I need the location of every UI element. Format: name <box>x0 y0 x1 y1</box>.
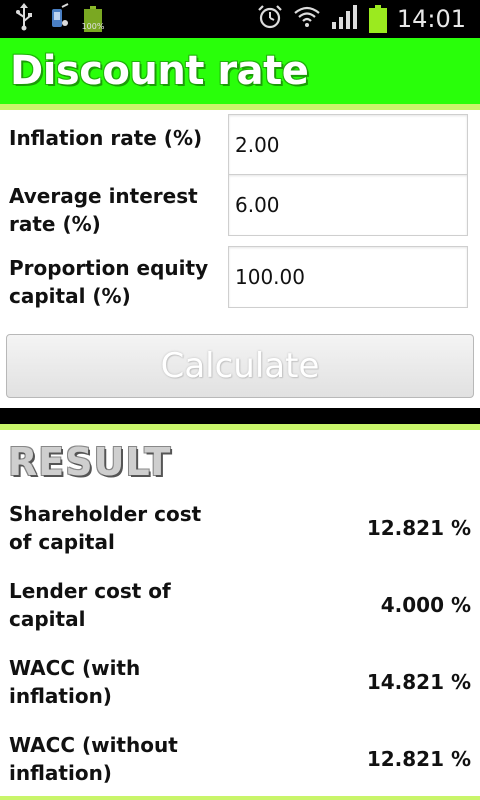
average-interest-label-line2: rate (%) <box>9 212 101 236</box>
app-header: Discount rate <box>0 38 480 104</box>
inflation-rate-label: Inflation rate (%) <box>9 124 202 152</box>
calculate-button-label: Calculate <box>160 346 320 386</box>
inflation-rate-input[interactable]: 2.00 <box>228 114 468 176</box>
inflation-rate-value: 2.00 <box>235 133 280 157</box>
wacc-with-inflation-label-line1: WACC (with <box>9 656 141 680</box>
lender-cost-label-line1: Lender cost of <box>9 579 171 603</box>
usb-icon <box>14 3 34 35</box>
shareholder-cost-label: Shareholder cost of capital <box>9 500 239 556</box>
battery-percent-text: 100% <box>81 22 105 31</box>
inflation-rate-label-text: Inflation rate (%) <box>9 126 203 150</box>
status-bar-right: 14:01 <box>257 0 466 38</box>
battery-icon <box>368 5 387 33</box>
result-row-wacc-without: WACC (without inflation) 12.821 % <box>0 731 480 791</box>
form-row-interest: Average interest rate (%) 6.00 <box>0 174 480 238</box>
shareholder-cost-value: 12.821 % <box>366 516 471 540</box>
wacc-without-inflation-label-line2: inflation) <box>9 761 112 785</box>
result-divider-green <box>0 424 480 430</box>
proportion-equity-label-line1: Proportion equity <box>9 256 209 280</box>
proportion-equity-input[interactable]: 100.00 <box>228 246 468 308</box>
signal-icon <box>331 4 359 34</box>
form-row-inflation: Inflation rate (%) 2.00 <box>0 112 480 176</box>
lender-cost-value: 4.000 % <box>380 593 471 617</box>
wacc-with-inflation-value: 14.821 % <box>366 670 471 694</box>
wifi-icon <box>293 4 321 34</box>
result-heading: RESULT <box>8 440 172 484</box>
wacc-with-inflation-label: WACC (with inflation) <box>9 654 239 710</box>
antivirus-icon <box>48 3 70 35</box>
proportion-equity-value: 100.00 <box>235 265 305 289</box>
calculate-button[interactable]: Calculate <box>6 334 474 398</box>
result-row-shareholder: Shareholder cost of capital 12.821 % <box>0 500 480 560</box>
page-title: Discount rate <box>10 48 309 94</box>
header-divider <box>0 104 480 110</box>
result-divider-dark <box>0 408 480 424</box>
lender-cost-label: Lender cost of capital <box>9 577 239 633</box>
average-interest-label: Average interest rate (%) <box>9 182 198 238</box>
wacc-without-inflation-label: WACC (without inflation) <box>9 731 239 787</box>
lender-cost-label-line2: capital <box>9 607 86 631</box>
status-bar-left: 100% <box>14 3 104 35</box>
bottom-divider <box>0 796 480 800</box>
battery-full-icon: 100% <box>82 6 104 32</box>
status-bar: 100% 14:01 <box>0 0 480 38</box>
wacc-without-inflation-label-line1: WACC (without <box>9 733 178 757</box>
proportion-equity-label: Proportion equity capital (%) <box>9 254 208 310</box>
shareholder-cost-label-line2: of capital <box>9 530 115 554</box>
proportion-equity-label-line2: capital (%) <box>9 284 131 308</box>
wacc-without-inflation-value: 12.821 % <box>366 747 471 771</box>
average-interest-value: 6.00 <box>235 193 280 217</box>
shareholder-cost-label-line1: Shareholder cost <box>9 502 202 526</box>
result-row-lender: Lender cost of capital 4.000 % <box>0 577 480 637</box>
alarm-icon <box>257 4 283 34</box>
result-row-wacc-with: WACC (with inflation) 14.821 % <box>0 654 480 714</box>
wacc-with-inflation-label-line2: inflation) <box>9 684 112 708</box>
average-interest-input[interactable]: 6.00 <box>228 174 468 236</box>
status-time: 14:01 <box>396 5 466 33</box>
average-interest-label-line1: Average interest <box>9 184 198 208</box>
form-row-equity: Proportion equity capital (%) 100.00 <box>0 246 480 310</box>
